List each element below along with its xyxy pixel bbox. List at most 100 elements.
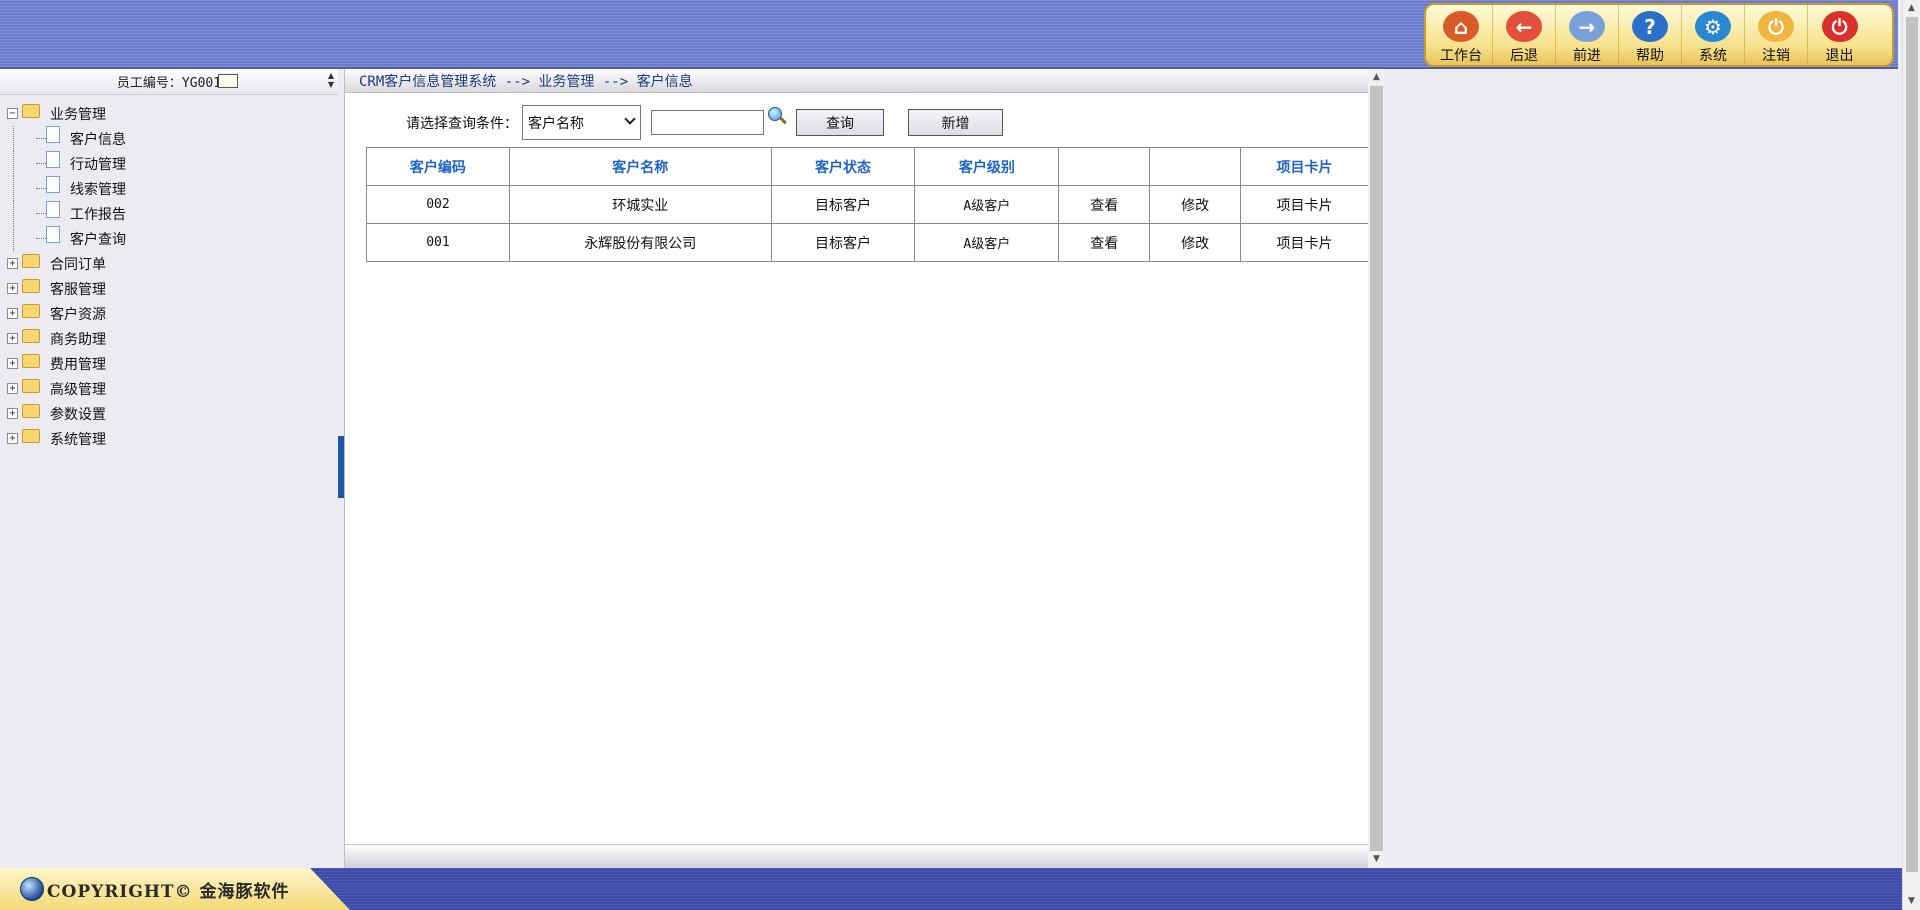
col-customer-code: 客户编码 [366, 147, 510, 186]
document-icon [46, 226, 60, 243]
mail-icon[interactable] [218, 74, 238, 88]
search-icon[interactable] [766, 106, 788, 128]
spin-arrows-icon[interactable]: ▲ ▼ [328, 71, 334, 89]
cell-customer-code: 002 [366, 185, 510, 224]
expand-icon[interactable]: + [7, 433, 18, 444]
help-label: 帮助 [1636, 48, 1664, 64]
expand-icon[interactable]: + [7, 258, 18, 269]
expand-icon[interactable]: + [7, 283, 18, 294]
query-condition-select[interactable]: 客户名称 [522, 105, 641, 140]
expand-icon[interactable]: + [7, 383, 18, 394]
tree-item-label: 工作报告 [70, 206, 126, 223]
folder-icon [22, 103, 40, 118]
help-button[interactable]: ? 帮助 [1619, 5, 1682, 65]
system-button[interactable]: ⚙ 系统 [1682, 5, 1745, 65]
tree-node-resources[interactable]: + 客户资源 [0, 301, 338, 326]
table-row: 001 永辉股份有限公司 目标客户 A级客户 查看 修改 项目卡片 [366, 223, 1369, 262]
tree-node-service[interactable]: + 客服管理 [0, 276, 338, 301]
folder-icon [22, 253, 40, 268]
cell-customer-level: A级客户 [914, 185, 1060, 224]
edit-link[interactable]: 修改 [1149, 185, 1242, 224]
copyright-badge: COPYRIGHT© 金海豚软件 [0, 868, 350, 910]
scroll-down-icon[interactable]: ▼ [1903, 893, 1920, 910]
main-scrollbar[interactable]: ▲ ▼ [1368, 69, 1385, 868]
scroll-thumb[interactable] [1370, 86, 1383, 851]
cell-customer-level: A级客户 [914, 223, 1060, 262]
forward-label: 前进 [1573, 48, 1601, 64]
collapse-icon[interactable]: − [7, 108, 18, 119]
window-scrollbar[interactable]: ▲ ▼ [1902, 0, 1920, 910]
tree-node-advanced[interactable]: + 高级管理 [0, 376, 338, 401]
tree-node-label: 系统管理 [50, 431, 106, 448]
tree-node-params[interactable]: + 参数设置 [0, 401, 338, 426]
tree-node-business[interactable]: − 业务管理 [0, 101, 338, 126]
breadcrumb: CRM客户信息管理系统 --> 业务管理 --> 客户信息 [359, 73, 693, 90]
main-toolbar: ⌂ 工作台 ← 后退 → 前进 ? 帮助 ⚙ 系统 ⏻ 注销 ⏻ 退出 [1424, 3, 1894, 67]
tree-item-customer-query[interactable]: 客户查询 [0, 226, 338, 251]
expand-icon[interactable]: + [7, 333, 18, 344]
workbench-button[interactable]: ⌂ 工作台 [1430, 5, 1493, 65]
expand-icon[interactable]: + [7, 408, 18, 419]
edit-link[interactable]: 修改 [1149, 223, 1242, 262]
help-icon: ? [1632, 11, 1668, 42]
col-customer-name: 客户名称 [508, 147, 772, 186]
tree-node-expense[interactable]: + 费用管理 [0, 351, 338, 376]
tree-item-lead-mgmt[interactable]: 线索管理 [0, 176, 338, 201]
col-edit [1149, 147, 1242, 186]
table-row: 002 环城实业 目标客户 A级客户 查看 修改 项目卡片 [366, 185, 1369, 224]
tree-item-label: 客户查询 [70, 231, 126, 248]
tree-item-customer-info[interactable]: 客户信息 [0, 126, 338, 151]
project-card-link[interactable]: 项目卡片 [1240, 223, 1369, 262]
folder-icon [22, 353, 40, 368]
document-icon [46, 151, 60, 168]
tree-node-label: 商务助理 [50, 331, 106, 348]
exit-label: 退出 [1825, 48, 1854, 64]
view-link[interactable]: 查看 [1058, 223, 1151, 262]
col-customer-status: 客户状态 [770, 147, 916, 186]
power-icon: ⏻ [1821, 11, 1858, 42]
footer: COPYRIGHT© 金海豚软件 [0, 868, 1902, 910]
scroll-up-icon[interactable]: ▲ [1368, 69, 1385, 86]
tree-node-label: 客户资源 [50, 306, 106, 323]
logoff-icon: ⏻ [1758, 11, 1794, 42]
folder-icon [22, 278, 40, 293]
back-button[interactable]: ← 后退 [1493, 5, 1556, 65]
scroll-up-icon[interactable]: ▲ [1903, 0, 1920, 17]
add-button[interactable]: 新增 [908, 109, 1003, 136]
tree-item-label: 客户信息 [70, 131, 126, 148]
scroll-down-icon[interactable]: ▼ [1368, 851, 1385, 868]
exit-button[interactable]: ⏻ 退出 [1808, 5, 1871, 65]
tree-node-label: 参数设置 [50, 406, 106, 423]
project-card-link[interactable]: 项目卡片 [1240, 185, 1369, 224]
breadcrumb-bar: CRM客户信息管理系统 --> 业务管理 --> 客户信息 [345, 69, 1380, 93]
table-header-row: 客户编码 客户名称 客户状态 客户级别 项目卡片 [366, 147, 1369, 186]
logoff-label: 注销 [1762, 48, 1790, 64]
folder-icon [22, 403, 40, 418]
tree-connector [36, 138, 46, 139]
tree-node-label: 业务管理 [50, 106, 106, 123]
top-header: ⌂ 工作台 ← 后退 → 前进 ? 帮助 ⚙ 系统 ⏻ 注销 ⏻ 退出 [0, 0, 1898, 69]
scroll-thumb[interactable] [1906, 17, 1918, 872]
view-link[interactable]: 查看 [1058, 185, 1151, 224]
tree-node-assistant[interactable]: + 商务助理 [0, 326, 338, 351]
col-project-card: 项目卡片 [1240, 147, 1369, 186]
col-view [1058, 147, 1151, 186]
tree-node-system[interactable]: + 系统管理 [0, 426, 338, 451]
cell-customer-code: 001 [366, 223, 510, 262]
query-row: 请选择查询条件： 客户名称 查询 新增 [406, 105, 1003, 140]
chevron-down-icon [624, 113, 636, 125]
forward-button[interactable]: → 前进 [1556, 5, 1619, 65]
tree-node-label: 费用管理 [50, 356, 106, 373]
expand-icon[interactable]: + [7, 358, 18, 369]
nav-tree: − 业务管理 客户信息 行动管理 线索管理 工作报告 客户查询 + 合同订单 +… [0, 95, 338, 451]
tree-item-action-mgmt[interactable]: 行动管理 [0, 151, 338, 176]
back-arrow-icon: ← [1506, 11, 1542, 42]
expand-icon[interactable]: + [7, 308, 18, 319]
tree-item-work-report[interactable]: 工作报告 [0, 201, 338, 226]
logoff-button[interactable]: ⏻ 注销 [1745, 5, 1808, 65]
cell-customer-name: 环城实业 [508, 185, 772, 224]
main-bottom-bar [345, 844, 1380, 868]
query-input[interactable] [651, 110, 764, 135]
tree-node-contract[interactable]: + 合同订单 [0, 251, 338, 276]
search-button[interactable]: 查询 [796, 109, 884, 136]
